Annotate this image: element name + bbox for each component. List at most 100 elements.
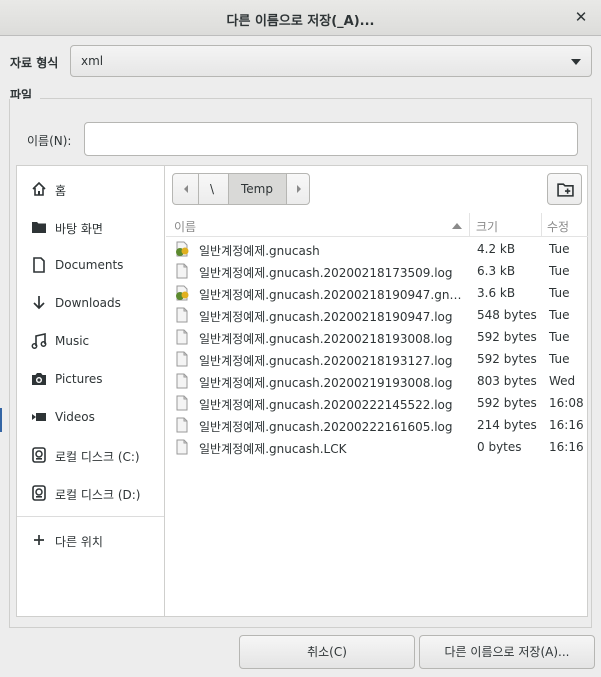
sidebar-item-pictures[interactable]: Pictures — [17, 359, 164, 397]
file-modified: Tue — [549, 286, 570, 300]
sidebar-item-label: 바탕 화면 — [55, 222, 103, 236]
document-icon — [33, 257, 45, 273]
path-segment-current[interactable]: Temp — [229, 174, 287, 204]
chevron-down-icon — [571, 59, 581, 65]
file-name: 일반계정예제.gnucash — [199, 244, 320, 258]
path-bar: \ Temp — [172, 173, 310, 205]
file-name: 일반계정예제.gnucash.20200218190947.log — [199, 310, 453, 324]
file-size: 214 bytes — [477, 418, 537, 432]
file-name: 일반계정예제.gnucash.20200218193008.log — [199, 332, 453, 346]
file-modified: Tue — [549, 308, 570, 322]
path-segment-root[interactable]: \ — [199, 174, 229, 204]
file-size: 6.3 kB — [477, 264, 516, 278]
file-icon — [176, 307, 188, 323]
table-row[interactable]: 일반계정예제.gnucash.20200218193127.log 592 byt… — [166, 348, 588, 370]
table-row[interactable]: 일반계정예제.gnucash 4.2 kB Tue — [166, 238, 588, 260]
file-name: 일반계정예제.gnucash.20200222145522.log — [199, 398, 453, 412]
table-row[interactable]: 일반계정예제.gnucash.20200218190947.log 548 byt… — [166, 304, 588, 326]
file-icon — [176, 395, 188, 411]
plus-icon — [34, 535, 44, 545]
sidebar-item-home[interactable]: 홈 — [17, 169, 164, 207]
table-row[interactable]: 일반계정예제.gnucash.20200218173509.log 6.3 kB T… — [166, 260, 588, 282]
file-icon — [176, 373, 188, 389]
new-folder-button[interactable] — [547, 173, 582, 205]
name-input[interactable] — [84, 122, 578, 156]
table-row[interactable]: 일반계정예제.gnucash.20200218193008.log 592 byt… — [166, 326, 588, 348]
filetype-combo[interactable]: xml — [70, 45, 592, 77]
home-icon — [32, 181, 46, 196]
file-modified: Wed — [549, 374, 576, 388]
filetype-value: xml — [81, 54, 104, 68]
path-segment-label: \ — [210, 182, 215, 196]
file-size: 0 bytes — [477, 440, 522, 454]
file-size: 592 bytes — [477, 352, 537, 366]
file-modified: 16:16 — [549, 418, 584, 432]
save-button[interactable]: 다른 이름으로 저장(A)... — [419, 635, 595, 669]
close-icon[interactable]: ✕ — [573, 9, 589, 25]
sidebar-item-documents[interactable]: Documents — [17, 245, 164, 283]
file-name: 일반계정예제.gnucash.20200218193127.log — [199, 354, 453, 368]
file-size: 592 bytes — [477, 396, 537, 410]
column-modified[interactable]: 수정 — [547, 218, 569, 235]
drive-icon — [32, 447, 46, 463]
path-back-button[interactable] — [173, 174, 199, 204]
table-row[interactable]: 일반계정예제.gnucash.20200219193008.log 803 byt… — [166, 370, 588, 392]
sidebar-item-drive-d[interactable]: 로컬 디스크 (D:) — [17, 473, 164, 511]
name-label: 이름(N): — [27, 134, 72, 148]
sidebar-item-label: Videos — [55, 410, 95, 424]
file-icon — [176, 329, 188, 345]
sidebar-item-music[interactable]: Music — [17, 321, 164, 359]
file-name: 일반계정예제.gnucash.LCK — [199, 442, 347, 456]
file-chooser: 홈 바탕 화면 Documents Downloads Music Pictur… — [16, 165, 588, 617]
window-title: 다른 이름으로 저장(_A)... — [226, 14, 375, 29]
file-name: 일반계정예제.gnucash.20200222161605.log — [199, 420, 453, 434]
file-icon — [176, 439, 188, 455]
table-row[interactable]: 일반계정예제.gnucash.20200218190947.gnucash 3.6… — [166, 282, 588, 304]
sidebar-item-label: Documents — [55, 258, 124, 272]
sidebar-item-desktop[interactable]: 바탕 화면 — [17, 207, 164, 245]
file-size: 3.6 kB — [477, 286, 516, 300]
chevron-right-icon — [297, 185, 301, 193]
sidebar-item-label: Music — [55, 334, 90, 348]
places-sidebar: 홈 바탕 화면 Documents Downloads Music Pictur… — [17, 166, 165, 616]
column-size[interactable]: 크기 — [476, 218, 498, 235]
column-name[interactable]: 이름 — [174, 218, 196, 235]
file-icon — [176, 417, 188, 433]
new-folder-icon — [557, 183, 574, 197]
gnucash-icon — [176, 241, 189, 257]
sidebar-item-label: Downloads — [55, 296, 121, 310]
file-modified: Tue — [549, 242, 570, 256]
file-name: 일반계정예제.gnucash.20200219193008.log — [199, 376, 453, 390]
chevron-left-icon — [184, 185, 188, 193]
table-row[interactable]: 일반계정예제.gnucash.20200222145522.log 592 byt… — [166, 392, 588, 414]
music-icon — [31, 333, 47, 349]
file-icon — [176, 351, 188, 367]
file-size: 548 bytes — [477, 308, 537, 322]
cancel-button[interactable]: 취소(C) — [239, 635, 415, 669]
filetype-label: 자료 형식 — [10, 56, 59, 70]
sidebar-item-drive-c[interactable]: 로컬 디스크 (C:) — [17, 435, 164, 473]
sidebar-item-other-locations[interactable]: 다른 위치 — [17, 520, 164, 558]
sidebar-item-label: 다른 위치 — [55, 535, 103, 549]
camera-icon — [32, 373, 46, 385]
download-icon — [33, 296, 45, 310]
video-icon — [32, 413, 46, 421]
file-size: 592 bytes — [477, 330, 537, 344]
sidebar-item-label: 로컬 디스크 (C:) — [55, 450, 140, 464]
file-modified: Tue — [549, 264, 570, 278]
table-row[interactable]: 일반계정예제.gnucash.20200222161605.log 214 byt… — [166, 414, 588, 436]
sort-ascending-icon — [452, 223, 462, 229]
file-size: 803 bytes — [477, 374, 537, 388]
file-modified: Tue — [549, 330, 570, 344]
file-name: 일반계정예제.gnucash.20200218173509.log — [199, 266, 453, 280]
file-modified: Tue — [549, 352, 570, 366]
column-divider — [541, 213, 542, 237]
sidebar-item-label: 홈 — [55, 184, 67, 198]
table-row[interactable]: 일반계정예제.gnucash.LCK 0 bytes 16:16 — [166, 436, 588, 458]
sidebar-item-downloads[interactable]: Downloads — [17, 283, 164, 321]
title-bar: 다른 이름으로 저장(_A)... ✕ — [0, 0, 601, 36]
path-forward-button[interactable] — [287, 174, 309, 204]
sidebar-item-videos[interactable]: Videos — [17, 397, 164, 435]
file-icon — [176, 263, 188, 279]
sidebar-item-label: Pictures — [55, 372, 103, 386]
